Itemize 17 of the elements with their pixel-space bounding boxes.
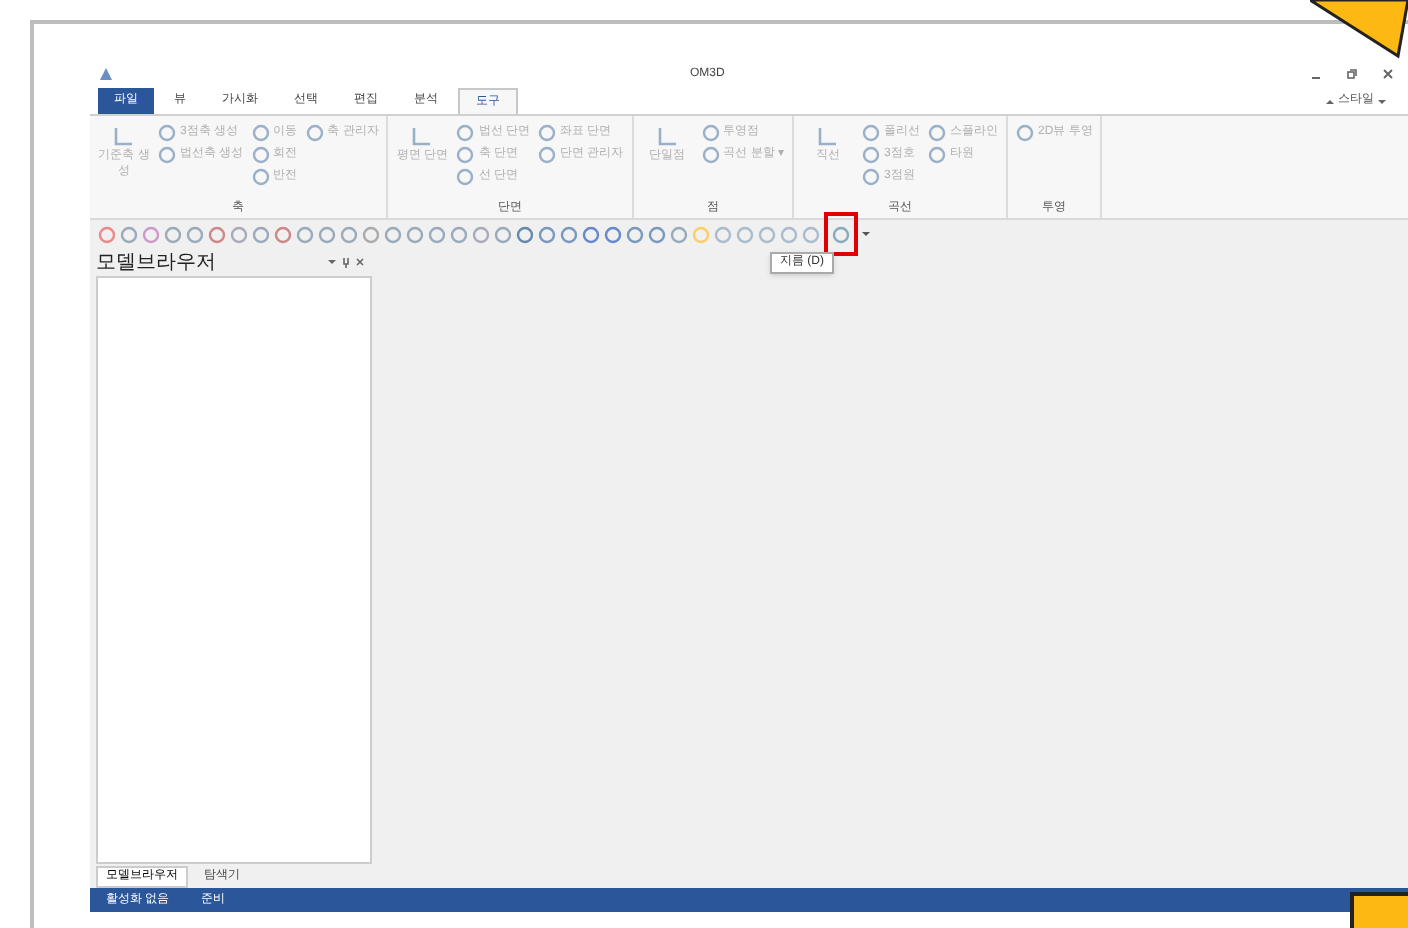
restore-icon[interactable] — [1346, 68, 1358, 80]
tool-icon — [112, 124, 136, 148]
tool-icon — [305, 124, 324, 142]
close-icon[interactable] — [356, 258, 364, 266]
app-logo-icon — [98, 66, 114, 82]
tool-icon — [816, 124, 841, 148]
panel-title: 모델브라우저 — [96, 249, 216, 277]
collapse-icon — [1326, 97, 1334, 105]
caret-icon — [1378, 97, 1386, 105]
corner-triangle — [1310, 0, 1408, 60]
dropdown-icon[interactable] — [862, 230, 870, 238]
tool-icon — [655, 124, 680, 148]
dropdown-icon[interactable] — [328, 258, 336, 266]
close-icon[interactable] — [1382, 68, 1394, 80]
tool-icon — [410, 124, 435, 148]
pin-icon[interactable] — [342, 257, 350, 267]
tool-icon — [1016, 124, 1035, 142]
